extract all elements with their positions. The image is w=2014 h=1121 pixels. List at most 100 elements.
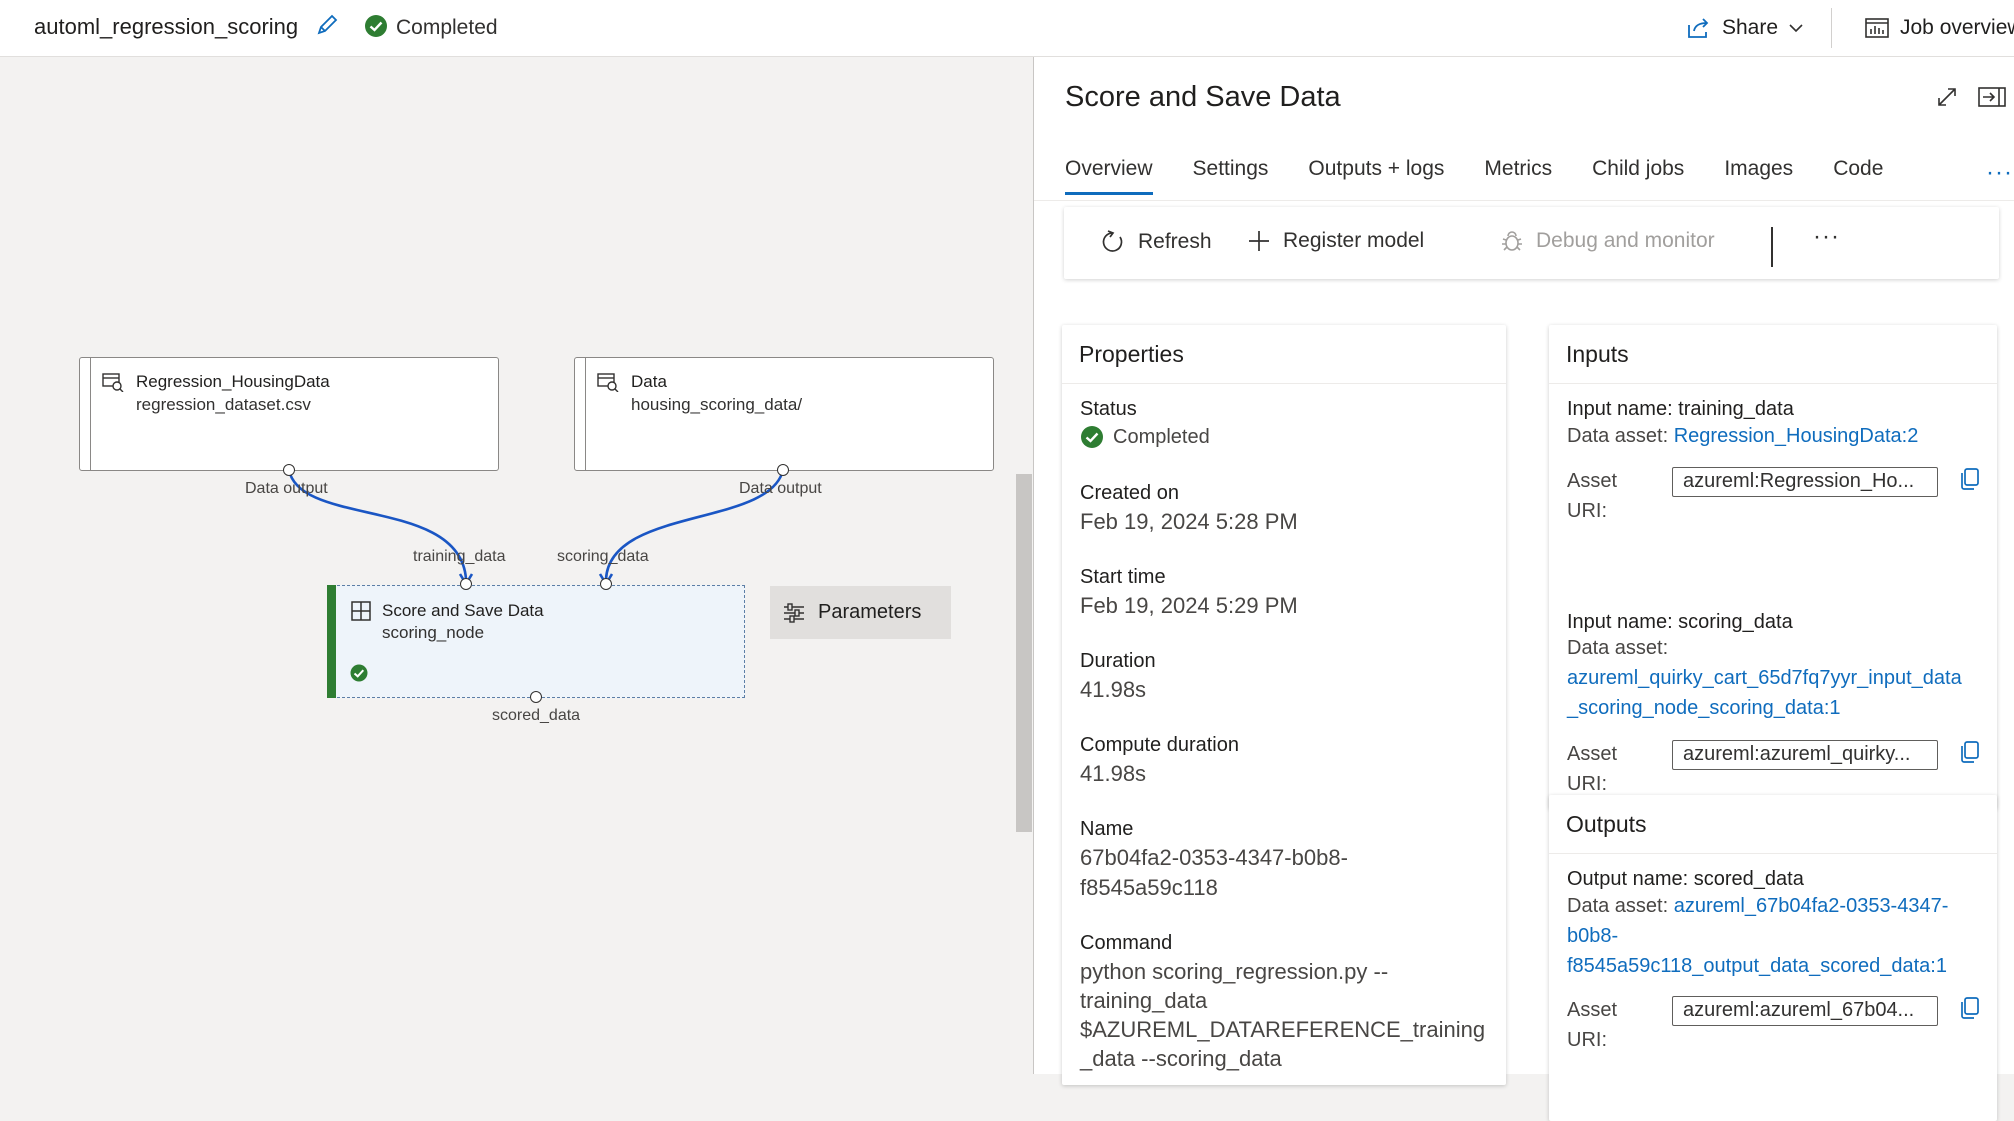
expand-icon[interactable] (1935, 85, 1959, 109)
asset-uri-label-line2: URI: (1567, 500, 1607, 522)
card-divider (1062, 383, 1506, 384)
input-port[interactable] (600, 578, 612, 590)
edit-pencil-icon[interactable] (314, 12, 340, 38)
component-node-score[interactable]: Score and Save Data scoring_node (327, 585, 745, 698)
properties-card: Properties Status Completed Created on F… (1062, 325, 1506, 1085)
output-port[interactable] (777, 464, 789, 476)
node-title: Data (631, 372, 667, 391)
node-stripe (90, 358, 91, 470)
input-port[interactable] (460, 578, 472, 590)
share-label: Share (1722, 16, 1779, 39)
dataset-node-regression[interactable]: Regression_HousingData regression_datase… (79, 357, 499, 471)
copy-icon[interactable] (1959, 740, 1981, 764)
tab-divider (1034, 200, 2014, 201)
card-divider (1549, 383, 1997, 384)
tab-child-jobs[interactable]: Child jobs (1592, 157, 1684, 195)
completed-check-icon (1080, 425, 1104, 449)
created-on-value: Feb 19, 2024 5:28 PM (1080, 509, 1298, 534)
compute-duration-label: Compute duration (1080, 734, 1239, 756)
command-line1: python scoring_regression.py -- (1080, 959, 1389, 984)
action-toolbar: Refresh Register model Debug and monitor… (1064, 207, 1999, 279)
share-button[interactable]: Share (1686, 10, 1804, 46)
port-label: scored_data (492, 707, 581, 724)
input-name: Input name: scoring_data (1567, 611, 1793, 633)
asset-uri-field[interactable]: azureml:Regression_Ho... (1672, 467, 1938, 497)
name-label: Name (1080, 818, 1134, 840)
job-overview-label: Job overview (1900, 16, 2014, 39)
details-panel: Score and Save Data Overview Settings Ou… (1033, 57, 2014, 1121)
tab-settings[interactable]: Settings (1193, 157, 1269, 195)
tab-outputs-logs[interactable]: Outputs + logs (1308, 157, 1444, 195)
pipeline-graph-canvas[interactable]: Regression_HousingData regression_datase… (0, 57, 1033, 1074)
compute-duration-value: 41.98s (1080, 761, 1147, 786)
asset-uri-label: Asset URI: (1567, 739, 1617, 799)
completed-check-icon (350, 664, 368, 682)
inputs-heading: Inputs (1566, 341, 1629, 367)
command-label: Command (1080, 932, 1173, 954)
dashboard-icon (1864, 16, 1890, 40)
more-actions-button[interactable]: ··· (1813, 223, 1840, 251)
name-value-line2: f8545a59c118 (1080, 875, 1218, 900)
outputs-heading: Outputs (1566, 811, 1647, 837)
dataset-icon (102, 372, 124, 392)
data-asset-link-line2[interactable]: b0b8- (1567, 921, 1987, 951)
data-asset-label: Data asset: (1567, 895, 1669, 917)
duration-label: Duration (1080, 650, 1156, 672)
output-port[interactable] (283, 464, 295, 476)
port-label: Data output (739, 480, 822, 497)
asset-uri-label-line1: Asset (1567, 999, 1618, 1021)
properties-heading: Properties (1079, 341, 1184, 367)
node-subtitle: housing_scoring_data/ (631, 395, 803, 414)
parameters-button[interactable]: Parameters (770, 586, 951, 639)
completed-check-icon (364, 14, 388, 38)
copy-icon[interactable] (1959, 996, 1981, 1020)
port-label: training_data (413, 548, 506, 565)
sliders-icon (782, 602, 806, 624)
toolbar-divider (1831, 8, 1832, 48)
bug-icon (1500, 229, 1524, 253)
dataset-node-data[interactable]: Data housing_scoring_data/ (574, 357, 994, 471)
chevron-down-icon (1788, 20, 1804, 36)
name-value-line1: 67b04fa2-0353-4347-b0b8- (1080, 845, 1348, 870)
created-on-label: Created on (1080, 482, 1179, 504)
parameters-label: Parameters (818, 601, 922, 623)
canvas-scrollbar[interactable] (1016, 474, 1032, 832)
node-subtitle: scoring_node (382, 623, 485, 642)
debug-monitor-button[interactable]: Debug and monitor (1500, 229, 1715, 253)
refresh-button[interactable]: Refresh (1100, 229, 1212, 255)
data-asset-link-line1[interactable]: azureml_quirky_cart_65d7fq7yyr_input_dat… (1567, 663, 1987, 693)
card-divider (1549, 853, 1997, 854)
tab-images[interactable]: Images (1724, 157, 1793, 195)
data-asset-link-line2[interactable]: _scoring_node_scoring_data:1 (1567, 693, 1987, 723)
asset-uri-field[interactable]: azureml:azureml_quirky... (1672, 740, 1938, 770)
register-model-button[interactable]: Register model (1247, 229, 1424, 253)
data-asset-link[interactable]: Regression_HousingData:2 (1674, 425, 1919, 447)
start-time-label: Start time (1080, 566, 1166, 588)
more-tabs-button[interactable]: ··· (1986, 159, 2013, 187)
plus-icon (1247, 229, 1271, 253)
inputs-card: Inputs Input name: training_data Data as… (1549, 325, 1997, 809)
share-icon (1686, 16, 1712, 40)
asset-uri-label: Asset URI: (1567, 995, 1617, 1055)
job-name: automl_regression_scoring (34, 14, 299, 39)
tab-overview[interactable]: Overview (1065, 157, 1153, 195)
register-model-label: Register model (1283, 229, 1425, 252)
asset-uri-field[interactable]: azureml:azureml_67b04... (1672, 996, 1938, 1026)
data-asset-label: Data asset: (1567, 425, 1669, 447)
panel-title: Score and Save Data (1065, 81, 1341, 113)
data-asset-link-line1[interactable]: azureml_67b04fa2-0353-4347- (1674, 895, 1949, 917)
copy-icon[interactable] (1959, 467, 1981, 491)
refresh-label: Refresh (1138, 230, 1212, 253)
debug-monitor-label: Debug and monitor (1536, 229, 1715, 252)
job-overview-button[interactable]: Job overview (1864, 10, 2014, 46)
data-asset-link-line3[interactable]: f8545a59c118_output_data_scored_data:1 (1567, 951, 1987, 981)
asset-uri-label: Asset URI: (1567, 466, 1617, 526)
dock-panel-icon[interactable] (1977, 85, 2007, 109)
command-line4: _data --scoring_data (1080, 1046, 1282, 1071)
tab-metrics[interactable]: Metrics (1484, 157, 1552, 195)
tab-code[interactable]: Code (1833, 157, 1883, 195)
node-stripe (585, 358, 586, 470)
component-icon (350, 600, 372, 622)
output-port[interactable] (530, 691, 542, 703)
panel-tabs: Overview Settings Outputs + logs Metrics… (1065, 157, 1923, 195)
